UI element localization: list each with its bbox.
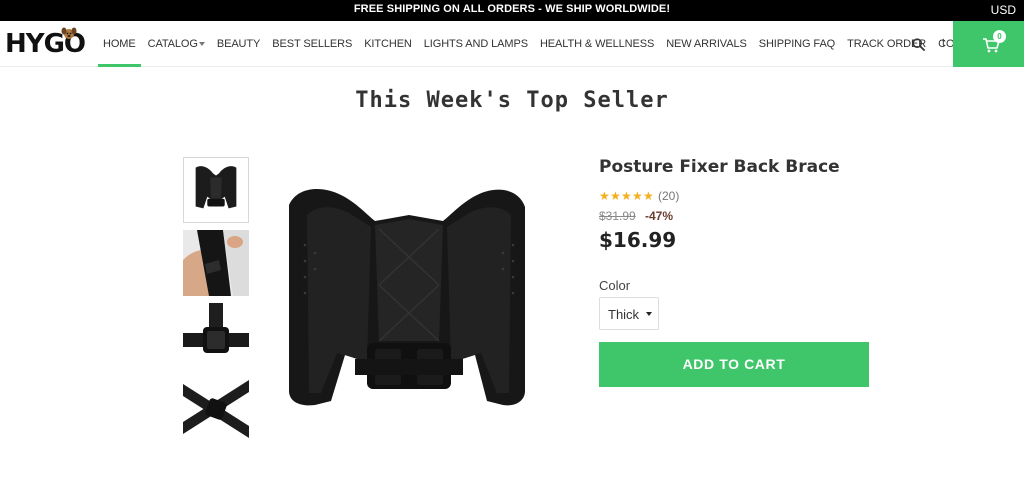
search-icon[interactable] (912, 38, 925, 51)
cart-count-badge: 0 (993, 30, 1006, 43)
star-icon: ★ (621, 189, 632, 203)
product-thumbnail-1[interactable] (183, 157, 249, 223)
site-header: HYGO HOME CATALOG BEAUTY BEST SELLERS KI… (0, 21, 1024, 67)
back-brace-thumbnail-image (184, 158, 248, 222)
color-select-value: Thick (608, 307, 640, 322)
nav-item-health-wellness[interactable]: HEALTH & WELLNESS (534, 21, 660, 67)
nav-item-new-arrivals[interactable]: NEW ARRIVALS (660, 21, 753, 67)
star-icon: ★ (643, 189, 654, 203)
chevron-down-icon (198, 42, 205, 47)
star-rating[interactable]: ★ ★ ★ ★ ★ (599, 189, 654, 203)
product-title: Posture Fixer Back Brace (599, 157, 840, 177)
nav-item-catalog[interactable]: CATALOG (142, 21, 211, 67)
currency-selector[interactable]: USD (991, 3, 1016, 17)
nav-item-best-sellers[interactable]: BEST SELLERS (266, 21, 358, 67)
dog-logo-icon (61, 27, 77, 39)
announcement-message: FREE SHIPPING ON ALL ORDERS - WE SHIP WO… (353, 3, 671, 15)
nav-item-shipping-faq[interactable]: SHIPPING FAQ (753, 21, 841, 67)
strap-detail-thumbnail-image (183, 376, 249, 442)
main-product-image (275, 165, 543, 427)
add-to-cart-button[interactable]: ADD TO CART (599, 342, 869, 387)
announcement-bar: FREE SHIPPING ON ALL ORDERS - WE SHIP WO… (0, 0, 1024, 21)
product-thumbnail-3[interactable] (183, 303, 249, 369)
star-icon: ★ (632, 189, 643, 203)
nav-item-home[interactable]: HOME (97, 21, 142, 67)
color-select[interactable]: Thick (599, 297, 659, 330)
wearing-brace-thumbnail-image (183, 230, 249, 296)
dropdown-arrow-icon (646, 312, 652, 316)
product-thumbnail-4[interactable] (183, 376, 249, 442)
account-link[interactable]: t (942, 37, 945, 49)
product-price: $16.99 (599, 228, 677, 252)
discount-badge: -47% (645, 209, 674, 223)
compare-at-price: $31.99 (599, 209, 636, 223)
main-nav: HOME CATALOG BEAUTY BEST SELLERS KITCHEN… (97, 21, 996, 67)
review-count[interactable]: (20) (658, 189, 679, 203)
nav-item-beauty[interactable]: BEAUTY (211, 21, 266, 67)
color-option-label: Color (599, 278, 631, 293)
nav-item-kitchen[interactable]: KITCHEN (358, 21, 418, 67)
cart-button[interactable]: 0 (953, 21, 1024, 67)
star-icon: ★ (599, 189, 610, 203)
buckle-detail-thumbnail-image (183, 303, 249, 369)
section-title: This Week's Top Seller (355, 88, 669, 113)
star-icon: ★ (610, 189, 621, 203)
product-thumbnail-2[interactable] (183, 230, 249, 296)
nav-item-lights-and-lamps[interactable]: LIGHTS AND LAMPS (418, 21, 534, 67)
